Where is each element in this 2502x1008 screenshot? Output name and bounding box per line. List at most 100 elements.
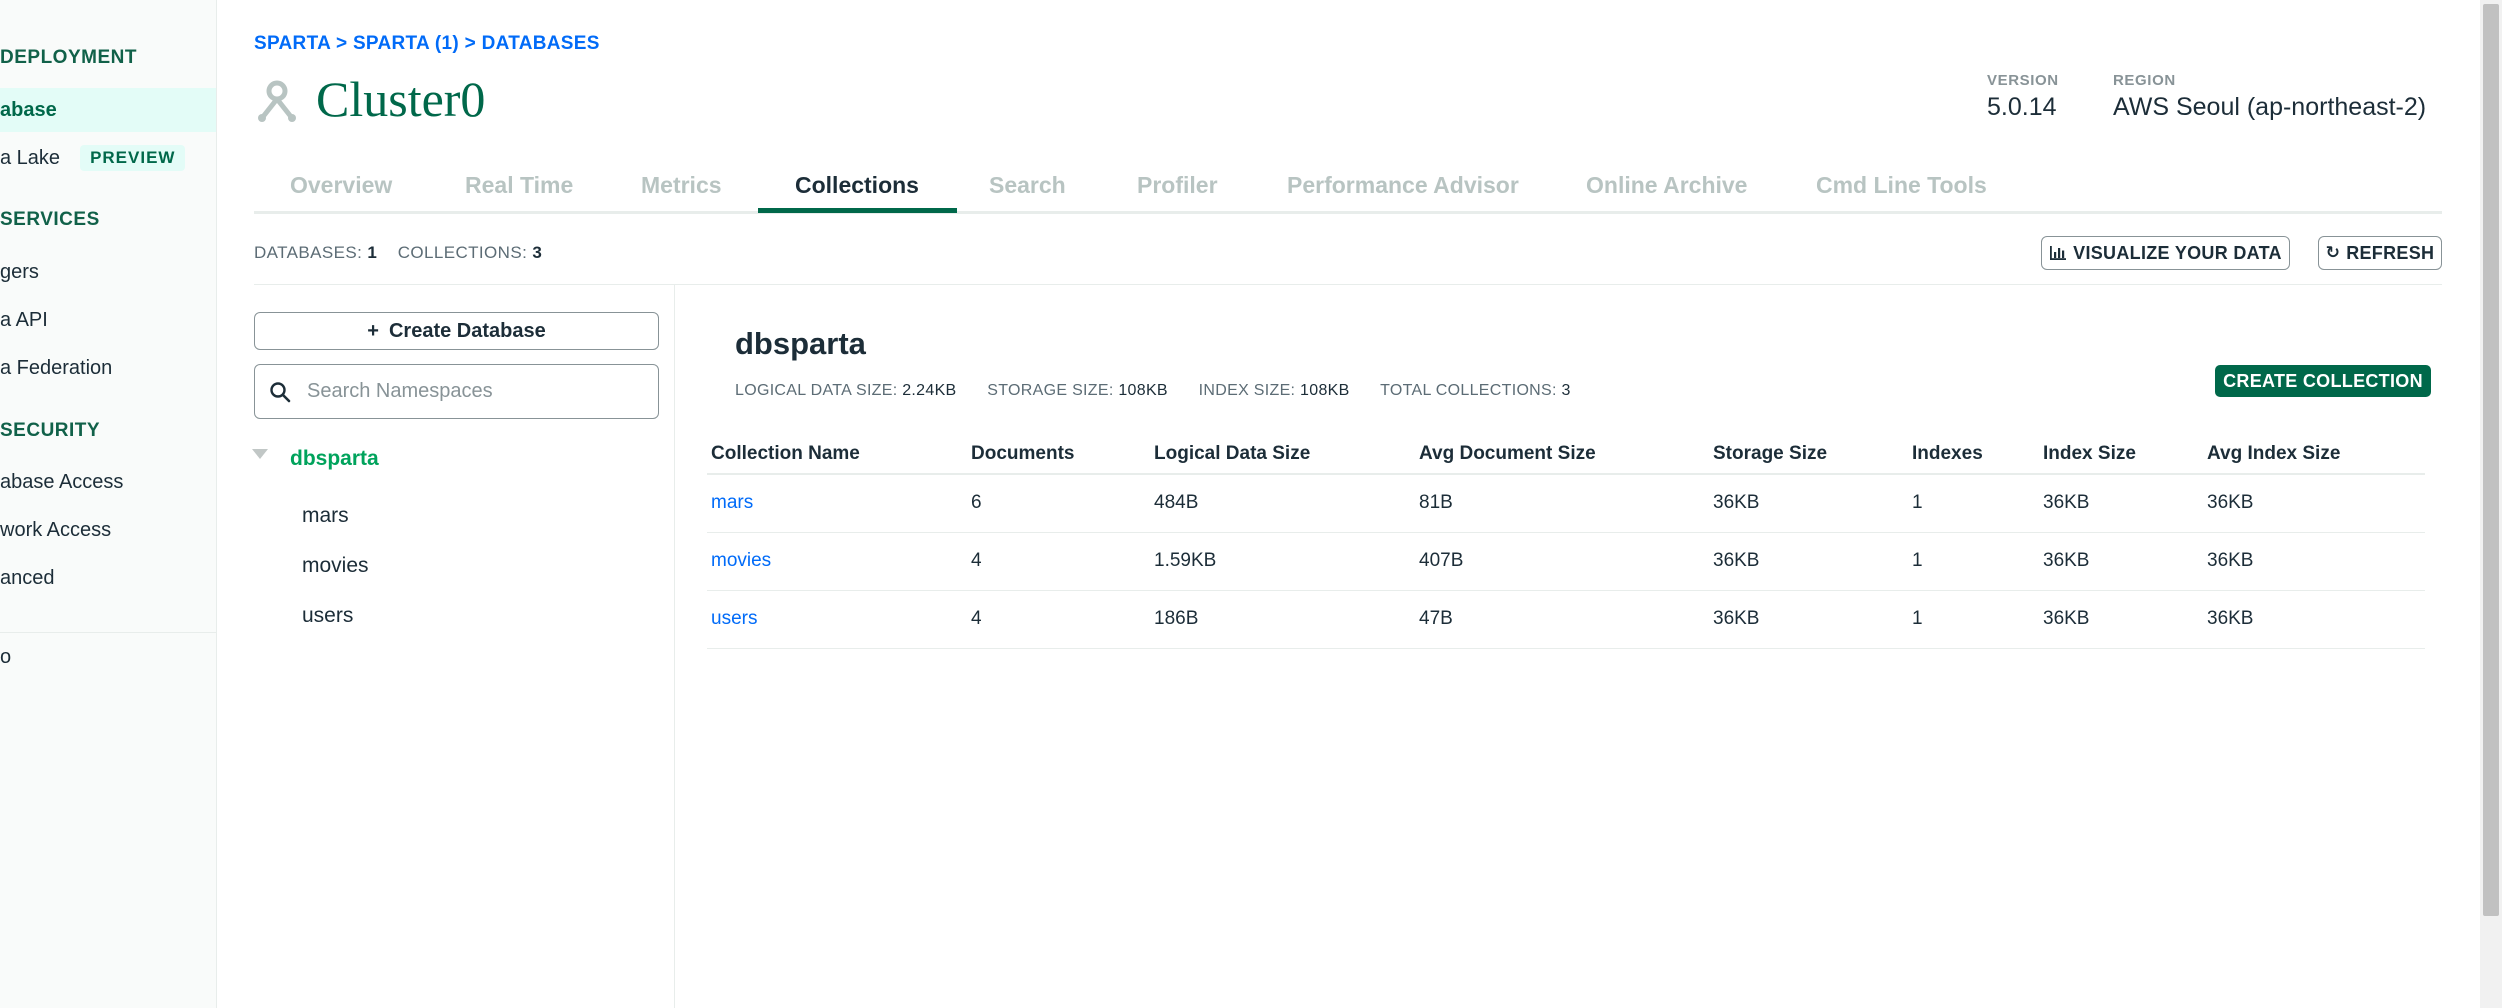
visualize-data-label: VISUALIZE YOUR DATA [2073, 242, 2282, 263]
sidebar-item-advanced[interactable]: anced [0, 556, 216, 600]
database-stats: LOGICAL DATA SIZE: 2.24KB STORAGE SIZE: … [735, 382, 1597, 400]
table-row: movies 4 1.59KB 407B 36KB 1 36KB 36KB [707, 532, 2425, 591]
tab-overview[interactable]: Overview [290, 172, 392, 199]
column-header[interactable]: Avg Index Size [2203, 434, 2425, 475]
stat-value: 108KB [1118, 382, 1168, 399]
column-header[interactable]: Logical Data Size [1150, 434, 1415, 475]
sidebar-item-network-access[interactable]: work Access [0, 508, 216, 552]
tab-metrics[interactable]: Metrics [641, 172, 722, 199]
table-cell: 407B [1415, 532, 1709, 591]
database-item-dbsparta[interactable]: dbsparta [290, 447, 379, 471]
version-label: VERSION [1987, 72, 2059, 89]
sidebar-item-label: abase Access [0, 470, 124, 493]
sidebar-item-label: work Access [0, 518, 112, 541]
collection-link[interactable]: movies [707, 532, 967, 591]
stat-logical-data-size: LOGICAL DATA SIZE: 2.24KB [735, 382, 957, 399]
sidebar-item-label: abase [0, 98, 57, 121]
sidebar-item-extra[interactable]: o [0, 635, 216, 679]
databases-label: DATABASES: [254, 243, 363, 262]
sidebar-section-security: SECURITY [0, 420, 101, 441]
refresh-button[interactable]: ↻ REFRESH [2318, 236, 2442, 270]
sidebar-item-label: gers [0, 260, 39, 283]
table-row: mars 6 484B 81B 36KB 1 36KB 36KB [707, 474, 2425, 533]
cluster-icon [258, 80, 296, 122]
content-divider [254, 284, 2442, 285]
column-header[interactable]: Storage Size [1709, 434, 1908, 475]
stat-value: 108KB [1300, 382, 1350, 399]
column-header[interactable]: Avg Document Size [1415, 434, 1709, 475]
table-cell: 186B [1150, 590, 1415, 649]
preview-badge: PREVIEW [80, 145, 186, 171]
sidebar-section-deployment: DEPLOYMENT [0, 47, 137, 68]
sidebar-item-triggers[interactable]: gers [0, 250, 216, 294]
collection-link[interactable]: mars [707, 474, 967, 533]
collections-table: Collection Name Documents Logical Data S… [707, 434, 2425, 649]
sidebar-item-database[interactable]: abase [0, 88, 216, 132]
tab-performance-advisor[interactable]: Performance Advisor [1287, 172, 1519, 199]
search-input[interactable] [307, 380, 647, 403]
table-cell: 1.59KB [1150, 532, 1415, 591]
databases-count: 1 [367, 243, 378, 262]
tab-real-time[interactable]: Real Time [465, 172, 573, 199]
region-value: AWS Seoul (ap-northeast-2) [2113, 93, 2427, 121]
sidebar-item-label: a Federation [0, 356, 113, 379]
column-header[interactable]: Indexes [1908, 434, 2039, 475]
search-icon [270, 381, 291, 402]
collection-link[interactable]: users [707, 590, 967, 649]
sidebar-item-label: anced [0, 566, 55, 589]
table-cell: 81B [1415, 474, 1709, 533]
collection-item-mars[interactable]: mars [302, 504, 349, 528]
collection-item-movies[interactable]: movies [302, 554, 369, 578]
tab-bar: Overview Real Time Metrics Collections S… [254, 160, 2442, 214]
column-header[interactable]: Index Size [2039, 434, 2203, 475]
page-title: Cluster0 [316, 71, 486, 127]
namespace-search[interactable] [254, 364, 659, 419]
stat-total-collections: TOTAL COLLECTIONS: 3 [1380, 382, 1571, 399]
table-cell: 36KB [1709, 590, 1908, 649]
sidebar-item-label: a Lake [0, 146, 61, 169]
table-cell: 1 [1908, 590, 2039, 649]
tab-cmd-line-tools[interactable]: Cmd Line Tools [1816, 172, 1987, 199]
caret-down-icon[interactable] [252, 449, 268, 459]
sidebar-item-data-api[interactable]: a API [0, 298, 216, 342]
page-scrollbar[interactable] [2480, 0, 2502, 1008]
table-cell: 36KB [2039, 532, 2203, 591]
table-cell: 36KB [1709, 532, 1908, 591]
create-database-label: Create Database [388, 319, 546, 342]
stat-value: 2.24KB [902, 382, 957, 399]
collection-item-users[interactable]: users [302, 604, 353, 628]
chart-icon [2050, 246, 2067, 260]
active-tab-indicator [758, 208, 957, 213]
table-cell: 6 [967, 474, 1150, 533]
sidebar-item-database-access[interactable]: abase Access [0, 460, 216, 504]
sidebar-item-label: a API [0, 308, 48, 331]
breadcrumb[interactable]: SPARTA > SPARTA (1) > DATABASES [254, 33, 600, 55]
version-value: 5.0.14 [1987, 93, 2057, 121]
tab-online-archive[interactable]: Online Archive [1586, 172, 1747, 199]
tab-collections[interactable]: Collections [795, 172, 919, 199]
stat-storage-size: STORAGE SIZE: 108KB [987, 382, 1168, 399]
visualize-data-button[interactable]: VISUALIZE YOUR DATA [2041, 236, 2290, 270]
sidebar-item-data-federation[interactable]: a Federation [0, 346, 216, 390]
stat-label: INDEX SIZE: [1198, 382, 1296, 399]
collections-count: 3 [532, 243, 543, 262]
table-cell: 4 [967, 532, 1150, 591]
collections-label: COLLECTIONS: [397, 243, 528, 262]
table-cell: 484B [1150, 474, 1415, 533]
sidebar-divider [0, 632, 216, 633]
tab-search[interactable]: Search [989, 172, 1066, 199]
cluster-summary: DATABASES: 1 COLLECTIONS: 3 [254, 243, 542, 263]
table-cell: 1 [1908, 532, 2039, 591]
sidebar: DEPLOYMENT abase a Lake PREVIEW SERVICES… [0, 0, 217, 1008]
sidebar-item-data-lake[interactable]: a Lake PREVIEW [0, 136, 216, 180]
column-header[interactable]: Collection Name [707, 434, 967, 475]
column-header[interactable]: Documents [967, 434, 1150, 475]
scrollbar-thumb[interactable] [2483, 4, 2499, 916]
table-cell: 36KB [1709, 474, 1908, 533]
tab-profiler[interactable]: Profiler [1137, 172, 1218, 199]
table-cell: 4 [967, 590, 1150, 649]
create-collection-button[interactable]: CREATE COLLECTION [2215, 365, 2431, 397]
table-cell: 36KB [2039, 590, 2203, 649]
create-database-button[interactable]: + Create Database [254, 312, 659, 350]
refresh-icon: ↻ [2325, 243, 2341, 262]
